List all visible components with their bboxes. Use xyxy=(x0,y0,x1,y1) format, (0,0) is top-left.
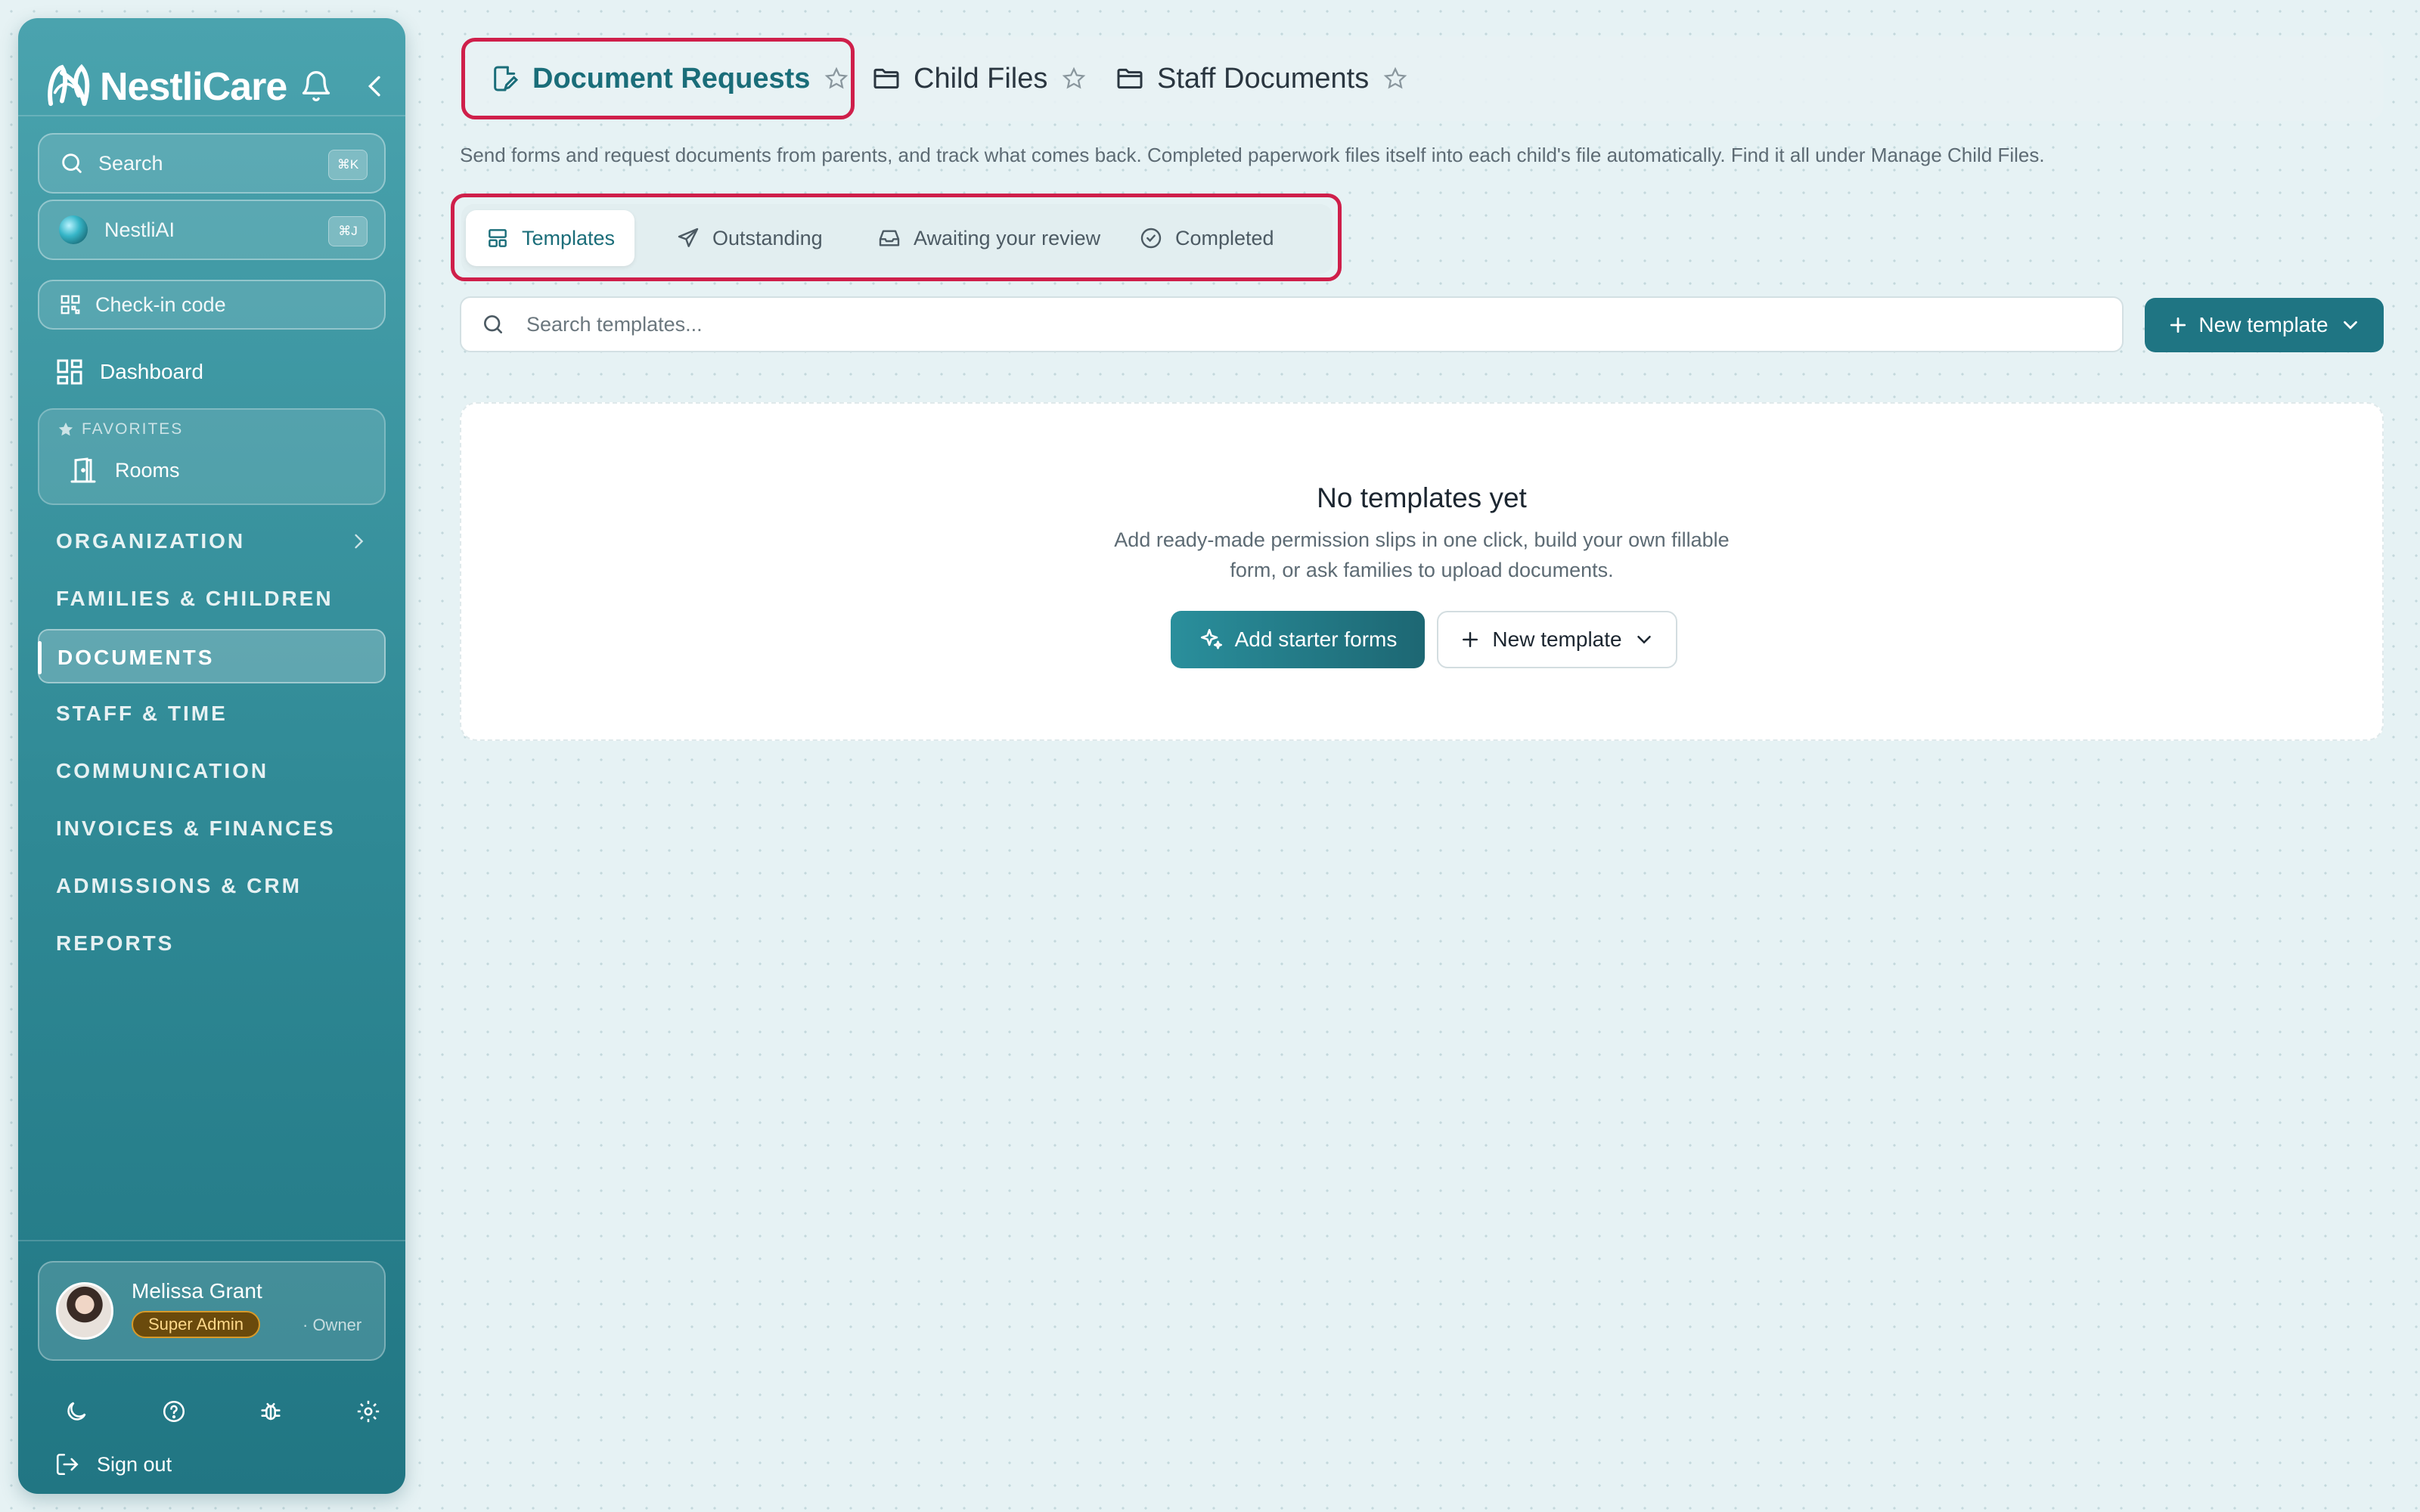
role-sub: · Owner xyxy=(302,1315,362,1334)
favorites-title-text: FAVORITES xyxy=(82,420,184,438)
search-icon xyxy=(62,153,82,173)
tab-child-files[interactable]: Child Files xyxy=(871,36,1087,121)
ai-orb-icon xyxy=(59,215,88,244)
section-admissions-crm[interactable]: ADMISSIONS & CRM xyxy=(56,874,302,898)
user-card[interactable]: Melissa Grant Super Admin · Owner xyxy=(38,1261,386,1361)
dashboard-label: Dashboard xyxy=(100,360,203,383)
add-starter-forms-button[interactable]: Add starter forms xyxy=(1171,611,1425,668)
folder-icon xyxy=(873,68,899,89)
star-outline-icon[interactable] xyxy=(1061,66,1087,91)
new-template-secondary-label: New template xyxy=(1492,627,1622,651)
chevron-left-icon[interactable] xyxy=(360,71,390,101)
checkin-code-button[interactable]: Check-in code xyxy=(38,280,386,330)
sidebar-search-button[interactable]: Search ⌘K xyxy=(38,133,386,194)
empty-state-card: No templates yet Add ready-made permissi… xyxy=(460,402,2384,741)
sign-out-label: Sign out xyxy=(97,1452,172,1476)
checkin-code-label: Check-in code xyxy=(95,293,226,316)
sidebar-divider xyxy=(18,1240,405,1241)
section-communication[interactable]: COMMUNICATION xyxy=(56,759,268,783)
highlight-box xyxy=(461,38,855,119)
brand-logo[interactable]: NestliCare xyxy=(42,59,390,115)
template-search-box xyxy=(460,296,2124,352)
chevron-down-icon xyxy=(1637,636,1651,644)
section-staff-time[interactable]: STAFF & TIME xyxy=(56,702,228,726)
qr-code-icon xyxy=(60,295,80,314)
empty-state-description: Add ready-made permission slips in one c… xyxy=(1114,528,1730,581)
sidebar-divider xyxy=(18,115,405,116)
favorites-title: FAVORITES xyxy=(57,420,183,438)
bug-icon[interactable] xyxy=(258,1399,284,1424)
logout-icon xyxy=(56,1453,79,1476)
nestliai-label: NestliAI xyxy=(104,218,175,241)
moon-icon[interactable] xyxy=(64,1399,89,1424)
section-documents[interactable]: DOCUMENTS xyxy=(38,629,386,683)
section-reports[interactable]: REPORTS xyxy=(56,931,174,956)
highlight-box xyxy=(451,194,1342,281)
utility-row xyxy=(64,1399,381,1424)
chevron-right-icon[interactable] xyxy=(348,531,369,552)
dashboard-icon xyxy=(57,359,82,385)
bell-icon[interactable] xyxy=(299,70,333,103)
sidebar-search-label: Search xyxy=(98,151,163,175)
brand-name: NestliCare xyxy=(100,65,287,109)
role-badge: Super Admin xyxy=(132,1311,260,1338)
user-name: Melissa Grant xyxy=(132,1279,262,1303)
chevron-down-icon xyxy=(2343,321,2357,330)
page-subtitle: Send forms and request documents from pa… xyxy=(460,144,2045,166)
tab-staff-documents[interactable]: Staff Documents xyxy=(1115,36,1408,121)
search-icon xyxy=(484,315,502,333)
favorites-panel: FAVORITES Rooms xyxy=(38,408,386,505)
add-starter-forms-label: Add starter forms xyxy=(1234,627,1398,651)
search-shortcut: ⌘K xyxy=(328,150,368,180)
nestlicare-logo-icon xyxy=(48,64,90,107)
sign-out-button[interactable]: Sign out xyxy=(54,1452,172,1477)
tab-label: Staff Documents xyxy=(1157,62,1370,94)
star-outline-icon[interactable] xyxy=(1382,66,1408,91)
section-organization[interactable]: ORGANIZATION xyxy=(56,529,245,553)
door-icon xyxy=(70,457,96,483)
new-template-secondary-button[interactable]: New template xyxy=(1437,611,1677,668)
avatar xyxy=(56,1282,113,1340)
favorite-item-label: Rooms xyxy=(115,458,180,482)
favorite-item-rooms[interactable]: Rooms xyxy=(68,455,180,485)
plus-icon xyxy=(1463,632,1478,647)
sidebar: NestliCare Search ⌘K NestliAI ⌘J Check-i… xyxy=(18,18,405,1494)
empty-state-title: No templates yet xyxy=(1317,482,1527,513)
sidebar-item-dashboard[interactable]: Dashboard xyxy=(54,357,203,387)
tab-label: Child Files xyxy=(914,62,1048,94)
folder-icon xyxy=(1117,68,1143,89)
new-template-button[interactable]: New template xyxy=(2145,298,2384,352)
new-template-label: New template xyxy=(2198,313,2328,336)
nestliai-button[interactable]: NestliAI ⌘J xyxy=(38,200,386,260)
sparkles-icon xyxy=(1200,628,1222,649)
section-families-children[interactable]: FAMILIES & CHILDREN xyxy=(56,587,334,611)
search-input[interactable] xyxy=(526,312,2039,336)
section-invoices-finances[interactable]: INVOICES & FINANCES xyxy=(56,816,336,841)
star-icon xyxy=(58,422,73,436)
ai-shortcut: ⌘J xyxy=(328,216,368,246)
plus-icon xyxy=(2170,317,2186,333)
help-icon[interactable] xyxy=(161,1399,187,1424)
settings-icon[interactable] xyxy=(355,1399,381,1424)
